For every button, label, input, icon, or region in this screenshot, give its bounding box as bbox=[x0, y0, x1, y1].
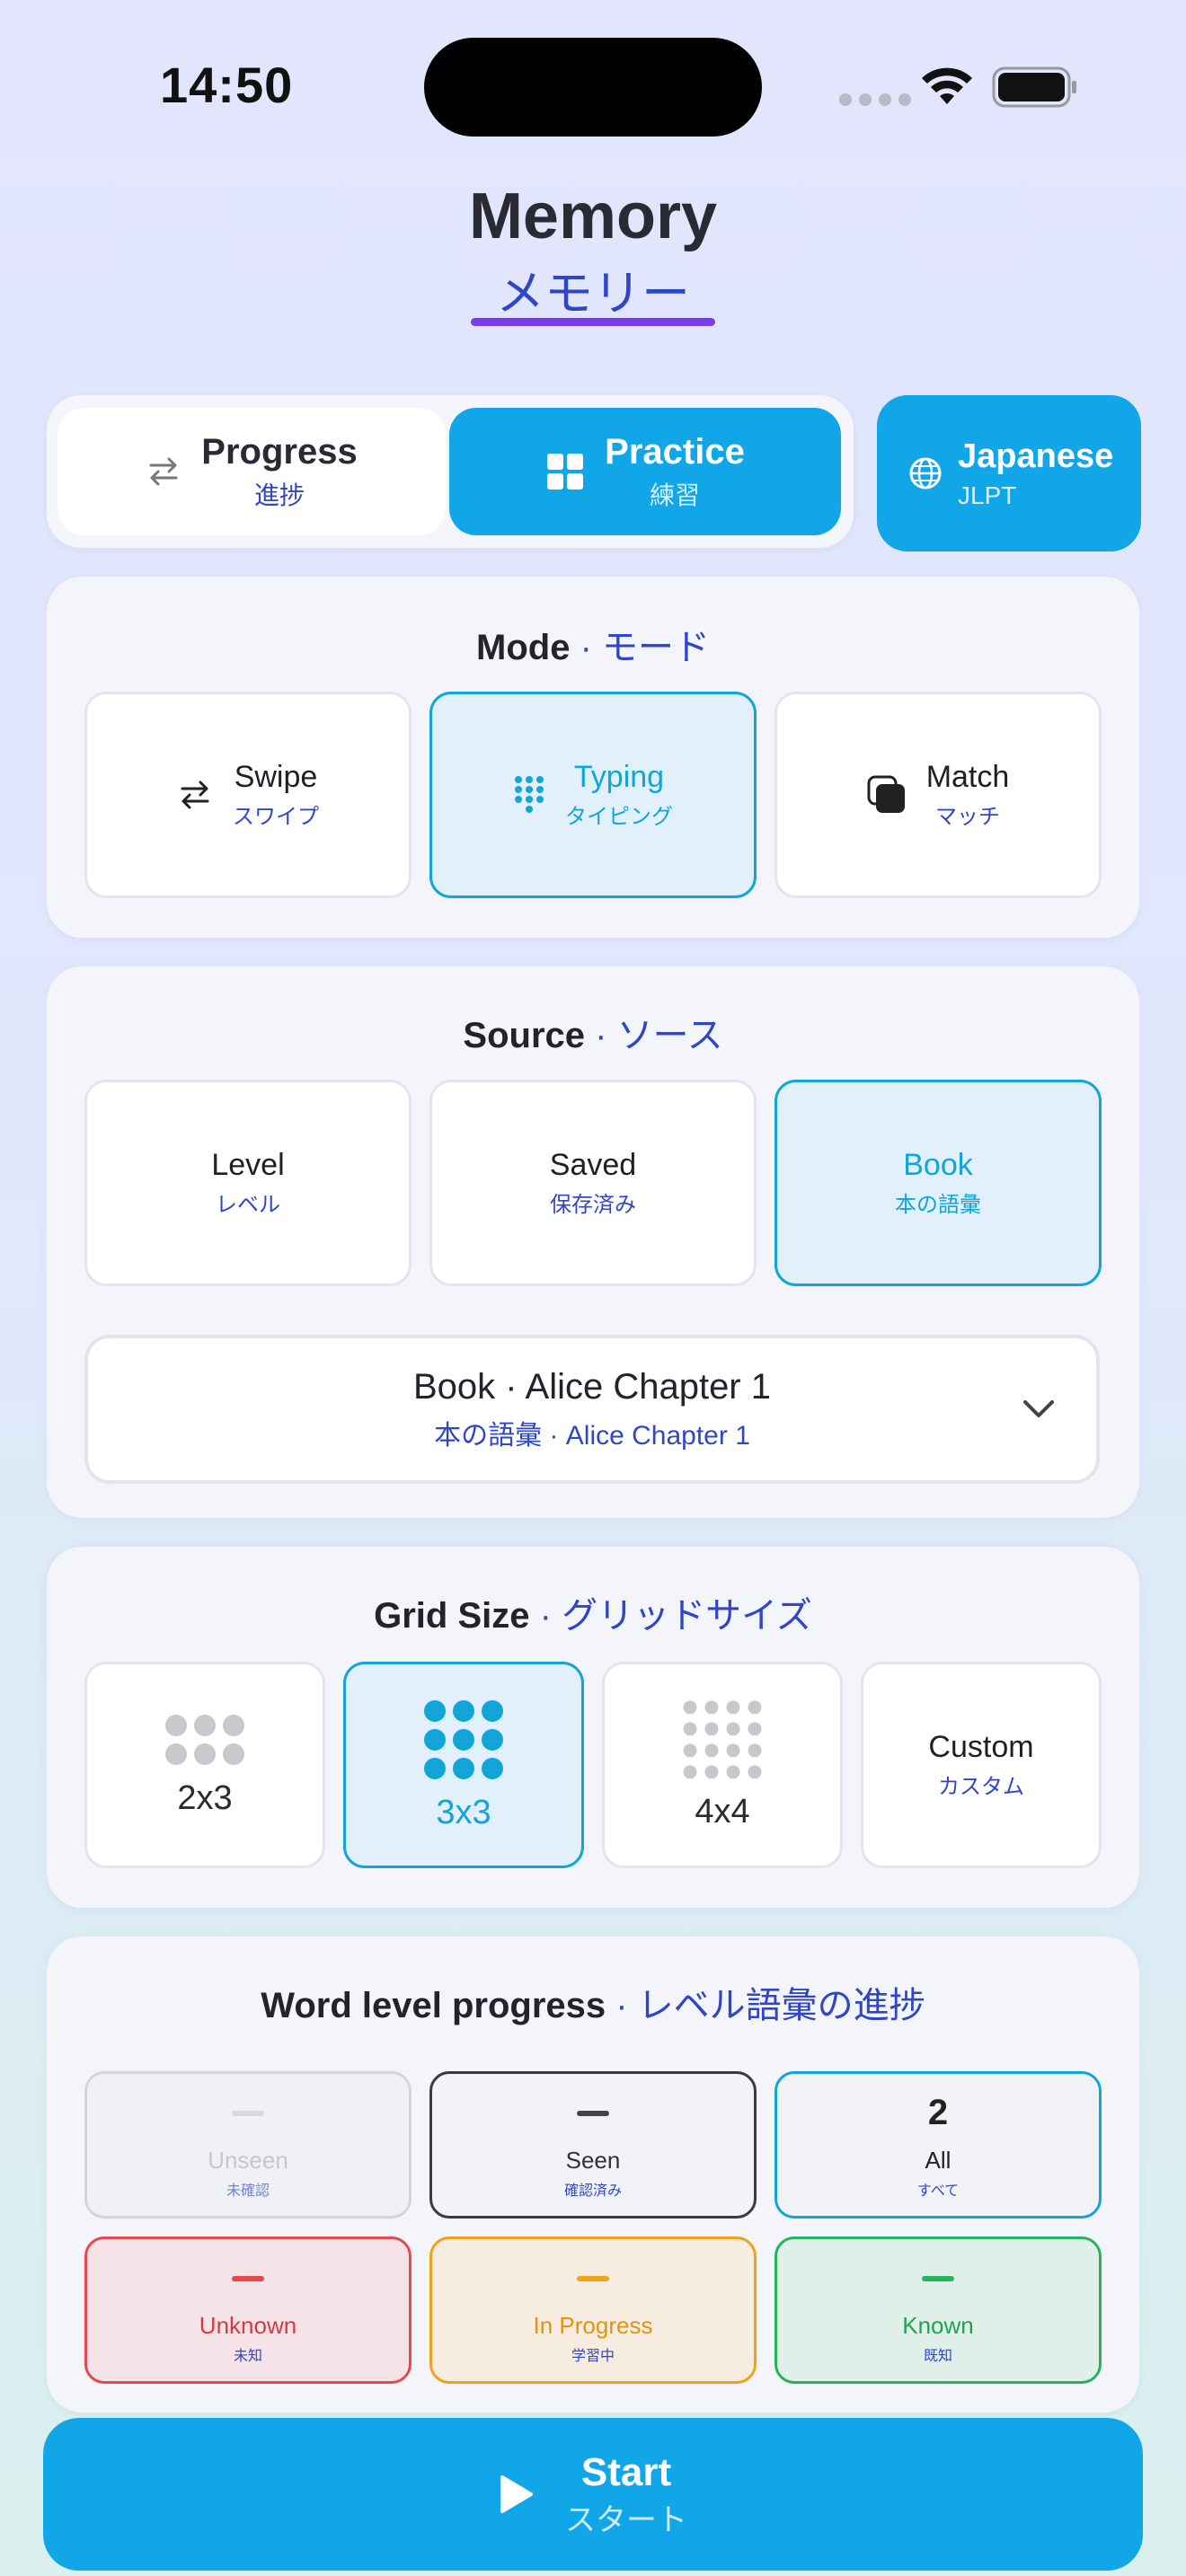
tab-progress[interactable]: Progress 進捗 bbox=[58, 408, 446, 535]
grid-custom[interactable]: Custom カスタム bbox=[861, 1662, 1102, 1868]
grid-3x3-icon bbox=[424, 1699, 503, 1779]
mode-swipe-sub: スワイプ bbox=[233, 805, 319, 829]
start-sub: スタート bbox=[565, 2502, 687, 2537]
unknown-label: Unknown bbox=[199, 2311, 297, 2339]
mode-typing-sub: タイピング bbox=[565, 805, 673, 829]
page-title: Memory bbox=[468, 181, 718, 252]
tab-practice[interactable]: Practice 練習 bbox=[449, 408, 841, 535]
grid-custom-sub: カスタム bbox=[938, 1775, 1024, 1799]
book-select-sub: 本の語彙 · Alice Chapter 1 bbox=[434, 1420, 750, 1451]
view-segmented-control: Progress 進捗 Practice 練習 bbox=[47, 395, 854, 548]
known-sub: 既知 bbox=[923, 2348, 952, 2364]
language-sub: JLPT bbox=[958, 481, 1017, 509]
battery-icon bbox=[992, 66, 1076, 108]
unseen-count-dash bbox=[232, 2110, 264, 2116]
seen-count-dash bbox=[577, 2110, 609, 2116]
source-book[interactable]: Book 本の語彙 bbox=[774, 1080, 1102, 1286]
source-title: Source · ソース bbox=[463, 1016, 723, 1055]
grid-3x3[interactable]: 3x3 bbox=[343, 1662, 584, 1868]
language-button[interactable]: Japanese JLPT bbox=[877, 395, 1141, 551]
grid-2x3-label: 2x3 bbox=[177, 1778, 233, 1817]
in-progress-count-dash bbox=[577, 2275, 609, 2281]
seen-label: Seen bbox=[565, 2146, 621, 2174]
globe-icon bbox=[909, 457, 942, 490]
start-button[interactable]: Start スタート bbox=[43, 2418, 1143, 2571]
grid-squares-icon bbox=[547, 454, 584, 490]
language-label: Japanese bbox=[958, 437, 1114, 475]
mode-swipe-label: Swipe bbox=[234, 760, 318, 794]
tab-practice-sub: 練習 bbox=[649, 481, 700, 509]
unknown-sub: 未知 bbox=[233, 2348, 262, 2364]
subtitle-underline bbox=[471, 318, 715, 326]
wifi-icon bbox=[922, 67, 972, 104]
in-progress-sub: 学習中 bbox=[571, 2348, 615, 2364]
book-select-dropdown[interactable]: Book · Alice Chapter 1 本の語彙 · Alice Chap… bbox=[84, 1335, 1100, 1484]
grid-2x3[interactable]: 2x3 bbox=[84, 1662, 325, 1868]
source-saved-label: Saved bbox=[549, 1148, 637, 1182]
source-saved[interactable]: Saved 保存済み bbox=[429, 1080, 757, 1286]
filter-known[interactable]: Known 既知 bbox=[774, 2236, 1102, 2384]
source-saved-sub: 保存済み bbox=[550, 1193, 636, 1217]
grid-size-title: Grid Size · グリッドサイズ bbox=[374, 1596, 812, 1636]
unseen-label: Unseen bbox=[208, 2146, 288, 2174]
swap-arrows-icon bbox=[181, 781, 209, 809]
filter-seen[interactable]: Seen 確認済み bbox=[429, 2071, 757, 2219]
grid-3x3-label: 3x3 bbox=[436, 1793, 491, 1831]
all-label: All bbox=[925, 2146, 951, 2174]
mode-match-sub: マッチ bbox=[935, 805, 1000, 829]
grid-custom-label: Custom bbox=[928, 1730, 1034, 1764]
source-level-sub: レベル bbox=[216, 1193, 280, 1217]
play-icon bbox=[500, 2475, 533, 2513]
cellular-signal-icon bbox=[839, 93, 911, 106]
start-label: Start bbox=[580, 2449, 672, 2494]
chevron-down-icon bbox=[1023, 1400, 1054, 1417]
all-count: 2 bbox=[927, 2093, 949, 2132]
mode-typing-label: Typing bbox=[573, 760, 665, 794]
unknown-count-dash bbox=[232, 2275, 264, 2281]
mode-match[interactable]: Match マッチ bbox=[774, 692, 1102, 898]
source-level[interactable]: Level レベル bbox=[84, 1080, 412, 1286]
all-sub: すべて bbox=[916, 2183, 960, 2199]
in-progress-label: In Progress bbox=[533, 2311, 653, 2339]
known-label: Known bbox=[902, 2311, 974, 2339]
grid-4x4-label: 4x4 bbox=[695, 1792, 750, 1831]
source-book-sub: 本の語彙 bbox=[895, 1193, 981, 1217]
tab-practice-label: Practice bbox=[605, 431, 745, 472]
unseen-sub: 未確認 bbox=[226, 2183, 270, 2199]
mode-typing[interactable]: Typing タイピング bbox=[429, 692, 757, 898]
tab-progress-sub: 進捗 bbox=[253, 481, 305, 509]
stacked-cards-icon bbox=[867, 775, 905, 813]
grid-2x3-icon bbox=[165, 1714, 244, 1765]
source-card: Source · ソース Level レベル Saved 保存済み Book 本… bbox=[47, 966, 1139, 1518]
filter-all[interactable]: 2 All すべて bbox=[774, 2071, 1102, 2219]
filter-unknown[interactable]: Unknown 未知 bbox=[84, 2236, 412, 2384]
filter-unseen[interactable]: Unseen 未確認 bbox=[84, 2071, 412, 2219]
source-level-label: Level bbox=[211, 1148, 285, 1182]
keypad-icon bbox=[515, 776, 544, 813]
seen-sub: 確認済み bbox=[563, 2183, 622, 2199]
word-progress-title: Word level progress · レベル語彙の進捗 bbox=[261, 1986, 925, 2025]
mode-swipe[interactable]: Swipe スワイプ bbox=[84, 692, 412, 898]
mode-match-label: Match bbox=[925, 760, 1010, 794]
filter-in-progress[interactable]: In Progress 学習中 bbox=[429, 2236, 757, 2384]
tab-progress-label: Progress bbox=[201, 431, 358, 472]
word-progress-card: Word level progress · レベル語彙の進捗 Unseen 未確… bbox=[47, 1936, 1139, 2413]
status-time: 14:50 bbox=[160, 57, 294, 113]
grid-4x4[interactable]: 4x4 bbox=[602, 1662, 843, 1868]
source-book-label: Book bbox=[903, 1148, 973, 1182]
book-select-label: Book · Alice Chapter 1 bbox=[413, 1366, 771, 1407]
mode-card: Mode · モード Swipe スワイプ Typing タイピング Match… bbox=[47, 577, 1139, 938]
grid-4x4-icon bbox=[683, 1700, 762, 1778]
mode-title: Mode · モード bbox=[476, 628, 710, 667]
known-count-dash bbox=[922, 2275, 954, 2281]
dynamic-island bbox=[424, 38, 762, 137]
swap-arrows-icon bbox=[149, 457, 178, 486]
grid-size-card: Grid Size · グリッドサイズ 2x3 3x3 4x4 Custom カ… bbox=[47, 1547, 1139, 1908]
